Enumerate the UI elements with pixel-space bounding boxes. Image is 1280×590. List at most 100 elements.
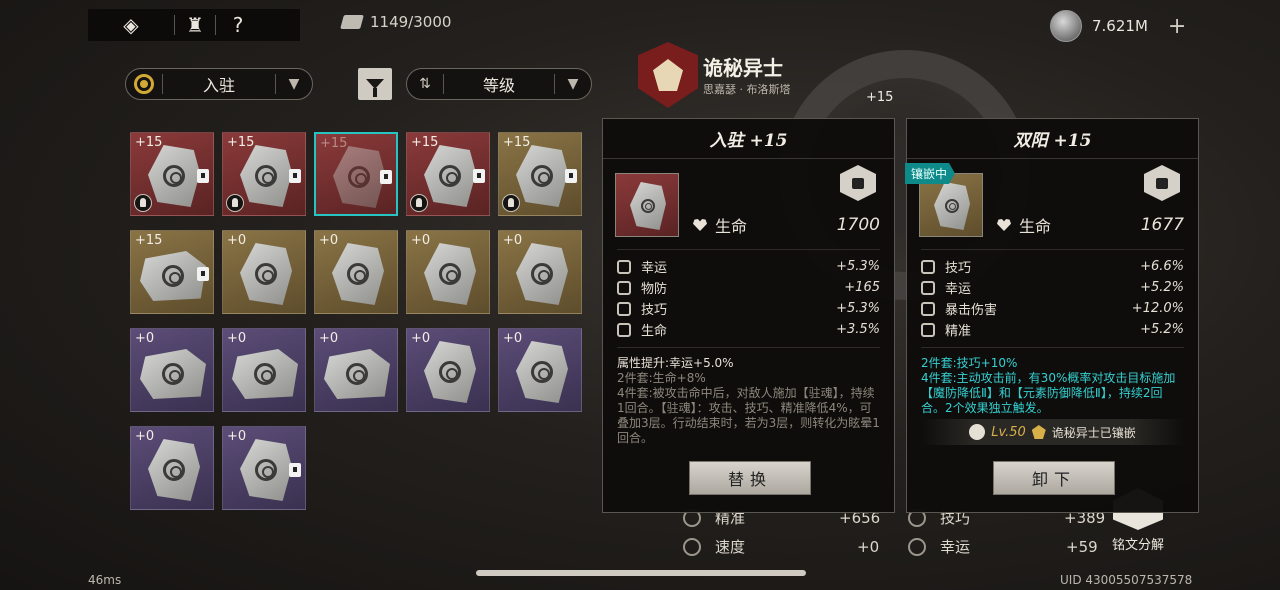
main-stat: 生命 1677	[997, 213, 1184, 237]
lock-icon	[565, 169, 577, 183]
lock-icon	[197, 169, 209, 183]
bg-stat-row: 幸运 +59	[908, 536, 1098, 557]
inscription-level: +0	[503, 233, 523, 248]
inscription-thumbnail	[615, 173, 679, 237]
filter-button[interactable]	[358, 68, 392, 100]
inscription-stone-icon	[240, 243, 292, 305]
unequip-button[interactable]: 卸下	[993, 461, 1115, 495]
inscription-slot[interactable]: +0	[314, 328, 398, 412]
substat-row: 生命 +3.5%	[617, 319, 880, 340]
bg-stat-row: 速度 +0	[683, 536, 879, 557]
inscription-level: +0	[135, 429, 155, 444]
inscription-level: +0	[227, 331, 247, 346]
crest-mini-icon	[1031, 425, 1046, 439]
inscription-slot[interactable]: +0	[406, 230, 490, 314]
substat-row: 幸运 +5.3%	[617, 256, 880, 277]
inscription-slot[interactable]: +0	[222, 328, 306, 412]
inscription-level: +0	[411, 233, 431, 248]
inscription-slot[interactable]: +0	[130, 328, 214, 412]
inscription-stone-icon	[332, 243, 384, 305]
lock-icon	[289, 169, 301, 183]
lock-toggle-icon[interactable]	[840, 165, 876, 201]
inscription-level: +0	[227, 429, 247, 444]
substat-list: 幸运 +5.3% 物防 +165 技巧 +5.3% 生命 +3.5%	[617, 249, 880, 340]
inscription-stone-icon	[240, 145, 292, 207]
chevron-down-icon: ▼	[288, 76, 300, 92]
inscription-slot[interactable]: +15	[130, 230, 214, 314]
slot-filter-dropdown[interactable]: 入驻 ▼	[125, 68, 313, 100]
lock-icon	[289, 463, 301, 477]
substat-row: 物防 +165	[617, 277, 880, 298]
equipped-helmet-icon	[226, 194, 244, 212]
filter-funnel-icon	[366, 79, 384, 97]
inscription-stone-icon	[516, 341, 568, 403]
capacity-value: 1149/3000	[370, 13, 452, 31]
heart-icon	[617, 322, 631, 337]
castle-icon[interactable]: ♜	[175, 9, 215, 41]
sort-dropdown[interactable]: ⇅ 等级 ▼	[406, 68, 592, 100]
user-id: UID 43005507537578	[1060, 573, 1193, 587]
equipped-helmet-icon	[410, 194, 428, 212]
lock-toggle-icon[interactable]	[1144, 165, 1180, 201]
inscription-stone-icon	[424, 145, 476, 207]
set-bonus-description: 属性提升:幸运+5.0% 2件套:生命+8% 4件套:被攻击命中后，对敌人施加【…	[617, 347, 880, 446]
inscription-stone-icon	[324, 349, 390, 399]
inscription-slot[interactable]: +0	[222, 426, 306, 510]
clover-icon	[921, 280, 935, 295]
inscription-level: +15	[135, 135, 163, 150]
inscription-slot[interactable]: +0	[498, 328, 582, 412]
inscription-slot[interactable]: +0	[222, 230, 306, 314]
back-emblem-icon[interactable]: ◈	[88, 9, 174, 41]
help-button[interactable]: ?	[216, 9, 260, 41]
inscription-stone-icon	[148, 145, 200, 207]
speed-icon	[683, 537, 701, 556]
equipped-helmet-icon	[134, 194, 152, 212]
inscription-slot[interactable]: +15	[130, 132, 214, 216]
crosshair-icon	[921, 322, 935, 337]
inscription-slot[interactable]: +15	[314, 132, 398, 216]
inscription-stone-icon	[333, 146, 385, 208]
equipped-inscription-panel: 双阳 +15 镶嵌中 生命 1677 技巧 +6.6% 幸运 +5.2% 暴击伤害 +…	[905, 118, 1199, 513]
helmet-icon	[969, 424, 986, 440]
inscription-slot[interactable]: +0	[130, 426, 214, 510]
claw-icon	[921, 259, 935, 274]
panel-title: 双阳 +15	[907, 119, 1198, 159]
character-name: 诡秘异士	[703, 56, 783, 80]
inscription-level: +15	[411, 135, 439, 150]
inscription-stone-icon	[516, 243, 568, 305]
inscription-slot[interactable]: +0	[314, 230, 398, 314]
sort-order-icon[interactable]: ⇅	[407, 76, 443, 92]
add-currency-button[interactable]: +	[1168, 14, 1186, 39]
currency-display: 7.621M +	[1050, 10, 1186, 42]
inscription-slot[interactable]: +0	[406, 328, 490, 412]
inscription-level: +15	[320, 136, 348, 151]
inscription-level: +0	[319, 331, 339, 346]
substat-row: 幸运 +5.2%	[921, 277, 1184, 298]
substat-row: 精准 +5.2%	[921, 319, 1184, 340]
claw-icon	[617, 301, 631, 316]
replace-button[interactable]: 替换	[689, 461, 811, 495]
inscription-slot[interactable]: +15	[222, 132, 306, 216]
decompose-label: 铭文分解	[1111, 538, 1164, 553]
chevron-down-icon: ▼	[567, 76, 579, 92]
substat-row: 暴击伤害 +12.0%	[921, 298, 1184, 319]
home-indicator-bar[interactable]	[476, 570, 806, 576]
panel-title: 入驻 +15	[603, 119, 894, 159]
crit-damage-icon	[921, 301, 935, 316]
wheel-level-label: +15	[866, 90, 894, 105]
inscription-stone-icon	[148, 439, 200, 501]
latency-readout: 46ms	[88, 573, 122, 587]
heart-icon	[997, 219, 1011, 231]
inscription-level: +0	[135, 331, 155, 346]
faction-crest-icon	[638, 42, 698, 108]
inscription-slot[interactable]: +15	[406, 132, 490, 216]
substat-list: 技巧 +6.6% 幸运 +5.2% 暴击伤害 +12.0% 精准 +5.2%	[921, 249, 1184, 340]
inscription-stone-icon	[424, 243, 476, 305]
inscription-stone-icon	[140, 349, 206, 399]
inscription-slot[interactable]: +15	[498, 132, 582, 216]
silver-coin-icon	[1050, 10, 1082, 42]
inscription-level: +0	[411, 331, 431, 346]
inscription-stone-icon	[240, 439, 292, 501]
heart-icon	[693, 219, 707, 231]
inscription-slot[interactable]: +0	[498, 230, 582, 314]
